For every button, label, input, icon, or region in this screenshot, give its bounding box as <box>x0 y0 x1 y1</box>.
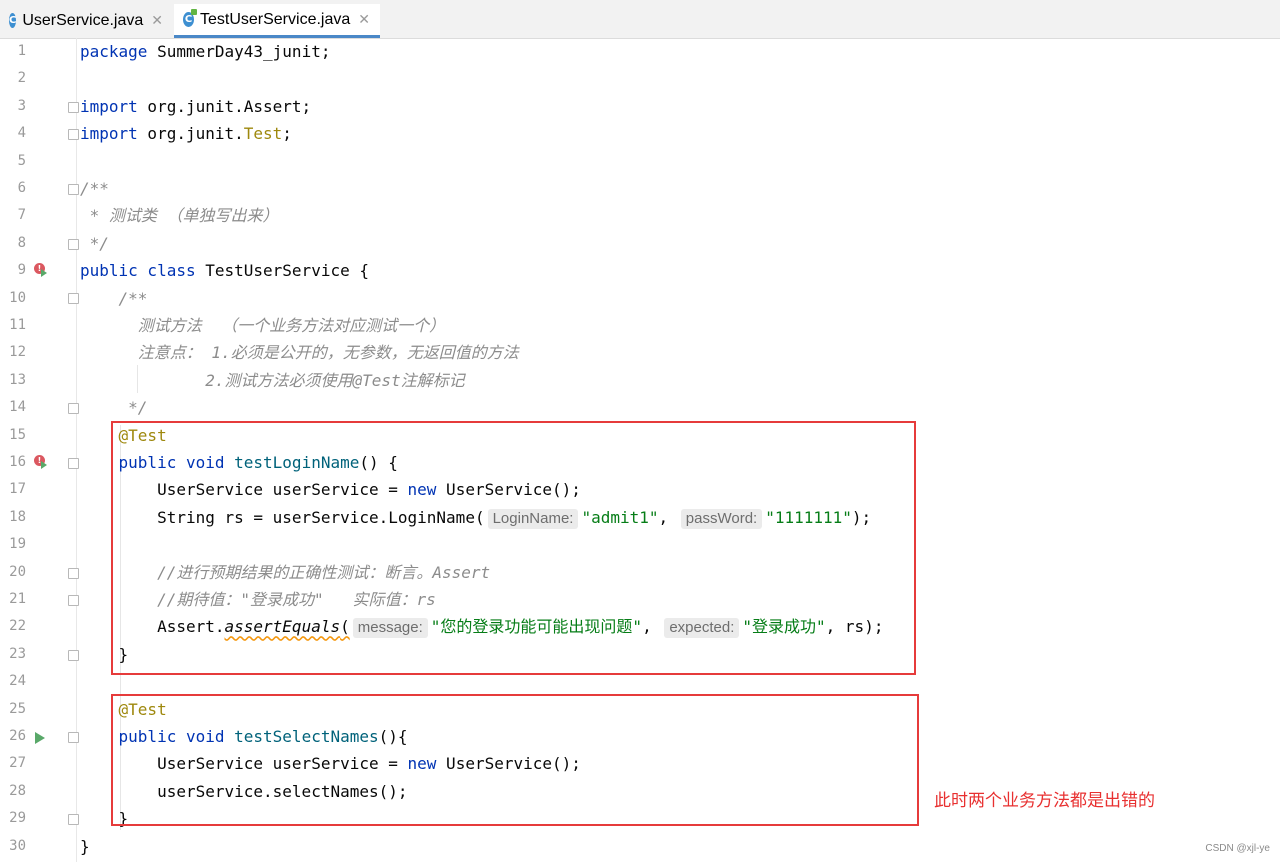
line-number: 18 <box>9 508 26 525</box>
code-line-14: */ <box>80 398 148 418</box>
code-line-7: * 测试类 （单独写出来） <box>80 206 279 226</box>
fold-marker[interactable] <box>68 184 79 195</box>
code-line-3: import org.junit.Assert; <box>80 96 312 116</box>
close-icon[interactable]: ✕ <box>151 13 163 29</box>
code-line-9: public class TestUserService { <box>80 261 369 281</box>
fold-marker[interactable] <box>68 102 79 113</box>
line-number: 13 <box>9 371 26 388</box>
line-number: 27 <box>9 755 26 772</box>
line-number: 28 <box>9 782 26 799</box>
line-number: 23 <box>9 645 26 662</box>
line-number: 16 <box>9 454 26 470</box>
tab-label: TestUserService.java <box>199 10 351 28</box>
code-line-10: /** <box>80 288 148 308</box>
fold-marker[interactable] <box>68 239 79 250</box>
watermark: CSDN @xjl-ye <box>1205 843 1270 854</box>
line-number: 29 <box>9 810 26 827</box>
line-number: 14 <box>9 399 26 416</box>
tab-label: UserService.java <box>22 11 144 29</box>
fold-marker[interactable] <box>68 293 79 304</box>
tab-userservice[interactable]: C UserService.java ✕ <box>0 4 172 37</box>
line-number: 15 <box>9 426 26 443</box>
code-line-11: 测试方法 （一个业务方法对应测试一个） <box>80 316 446 335</box>
line-number: 25 <box>9 700 26 717</box>
test-class-icon: C <box>183 9 197 27</box>
code-line-13: 2.测试方法必须使用@Test注解标记 <box>80 370 465 390</box>
code-line-12: 注意点： 1.必须是公开的，无参数，无返回值的方法 <box>80 343 519 363</box>
run-test-method-icon[interactable] <box>35 732 45 744</box>
run-test-method-icon[interactable]: ! <box>34 455 47 469</box>
line-number: 5 <box>17 152 26 169</box>
fold-marker[interactable] <box>68 403 79 414</box>
annotation-note: 此时两个业务方法都是出错的 <box>934 791 1155 811</box>
code-line-1: package SummerDay43_junit; <box>80 42 331 61</box>
line-number: 12 <box>9 344 26 361</box>
line-number: 20 <box>9 563 26 580</box>
fold-marker[interactable] <box>68 650 79 661</box>
line-number: 19 <box>9 536 26 553</box>
close-icon[interactable]: ✕ <box>358 12 370 28</box>
code-line-8: */ <box>80 233 109 253</box>
line-number: 2 <box>17 70 26 87</box>
fold-marker[interactable] <box>68 814 79 825</box>
line-number: 4 <box>17 125 26 142</box>
tab-testuserservice[interactable]: C TestUserService.java ✕ <box>174 4 380 38</box>
line-number: 8 <box>17 234 26 251</box>
fold-marker[interactable] <box>68 732 79 743</box>
code-line-6: /** <box>80 179 109 198</box>
line-number: 11 <box>9 317 26 333</box>
line-number: 30 <box>9 837 26 854</box>
fold-marker[interactable] <box>68 129 79 140</box>
fold-marker[interactable] <box>68 595 79 606</box>
code-line-4: import org.junit.Test; <box>80 124 292 144</box>
highlight-box-testselectnames <box>111 694 919 826</box>
fold-marker[interactable] <box>68 458 79 469</box>
line-number: 21 <box>9 591 26 607</box>
line-number: 24 <box>9 673 26 690</box>
line-number: 7 <box>17 207 26 224</box>
code-line-30: } <box>80 836 90 856</box>
line-number: 6 <box>17 180 26 196</box>
fold-marker[interactable] <box>68 568 79 579</box>
editor-tab-bar: C UserService.java ✕ C TestUserService.j… <box>0 0 1280 39</box>
line-number: 1 <box>17 43 26 59</box>
line-number: 3 <box>17 97 26 114</box>
line-number: 26 <box>9 728 26 744</box>
line-number: 17 <box>9 481 26 498</box>
highlight-box-testloginname <box>111 421 916 675</box>
run-test-class-icon[interactable]: ! <box>34 263 47 277</box>
class-icon: C <box>9 13 17 28</box>
line-number: 22 <box>9 618 26 635</box>
line-number: 9 <box>17 262 26 279</box>
line-number: 10 <box>9 289 26 306</box>
